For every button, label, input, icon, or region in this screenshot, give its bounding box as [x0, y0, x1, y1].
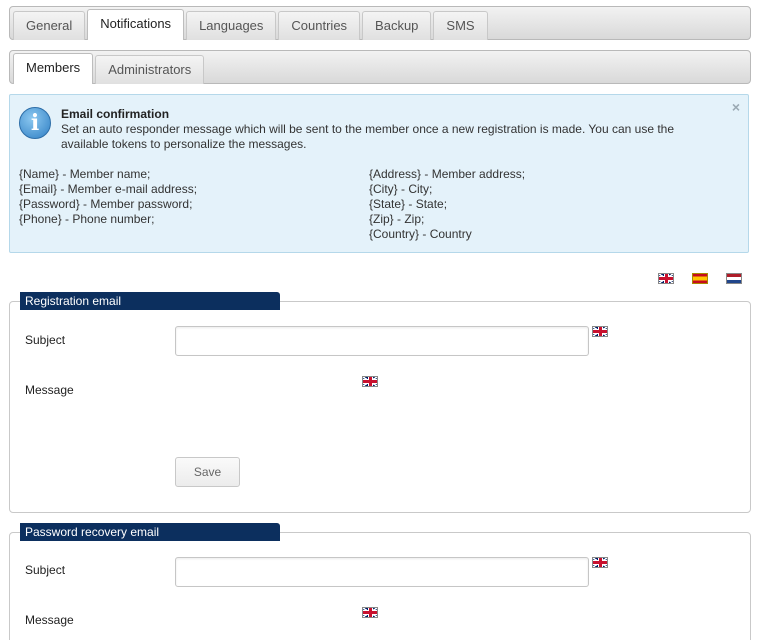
uk-flag-icon [362, 376, 378, 387]
tab-backup[interactable]: Backup [362, 11, 432, 40]
tab-members[interactable]: Members [13, 53, 94, 84]
token-item: {Password} - Member password; [19, 197, 193, 211]
token-item: {State} - State; [369, 197, 448, 211]
info-title: Email confirmation [61, 107, 170, 121]
info-icon: i [19, 107, 51, 139]
token-item: {Zip} - Zip; [369, 212, 425, 226]
token-item: {Name} - Member name; [19, 167, 151, 181]
tab-languages[interactable]: Languages [186, 11, 277, 40]
info-description: Set an auto responder message which will… [61, 122, 675, 151]
token-item: {Email} - Member e-mail address; [19, 182, 198, 196]
registration-subject-label: Subject [25, 333, 66, 347]
token-item: {Address} - Member address; [369, 167, 526, 181]
uk-flag-icon [592, 326, 608, 337]
sub-tabs: Members Administrators [13, 53, 206, 84]
email-confirmation-info-box: i × Email confirmation Set an auto respo… [9, 94, 749, 253]
recovery-subject-label: Subject [25, 563, 66, 577]
spain-flag-icon[interactable] [692, 273, 708, 284]
registration-email-title: Registration email [20, 292, 280, 310]
tab-sms[interactable]: SMS [433, 11, 488, 40]
registration-message-label: Message [25, 383, 74, 397]
token-list-right: {Address} - Member address; {City} - Cit… [369, 167, 525, 242]
tab-notifications[interactable]: Notifications [87, 9, 185, 40]
registration-subject-input[interactable] [175, 326, 589, 356]
main-tab-bar: General Notifications Languages Countrie… [9, 6, 751, 40]
password-recovery-email-title: Password recovery email [20, 523, 280, 541]
uk-flag-icon [362, 607, 378, 618]
token-item: {Phone} - Phone number; [19, 212, 155, 226]
uk-flag-icon[interactable] [658, 273, 674, 284]
main-tabs: General Notifications Languages Countrie… [13, 9, 490, 40]
sub-tab-bar: Members Administrators [9, 50, 751, 84]
uk-flag-icon [592, 557, 608, 568]
save-button[interactable]: Save [175, 457, 240, 487]
close-icon[interactable]: × [732, 99, 740, 115]
netherlands-flag-icon[interactable] [726, 273, 742, 284]
token-item: {Country} - Country [369, 227, 472, 241]
tab-administrators[interactable]: Administrators [95, 55, 205, 84]
recovery-message-label: Message [25, 613, 74, 627]
tab-general[interactable]: General [13, 11, 86, 40]
token-list-left: {Name} - Member name; {Email} - Member e… [19, 167, 197, 227]
recovery-subject-input[interactable] [175, 557, 589, 587]
token-item: {City} - City; [369, 182, 433, 196]
tab-countries[interactable]: Countries [278, 11, 361, 40]
